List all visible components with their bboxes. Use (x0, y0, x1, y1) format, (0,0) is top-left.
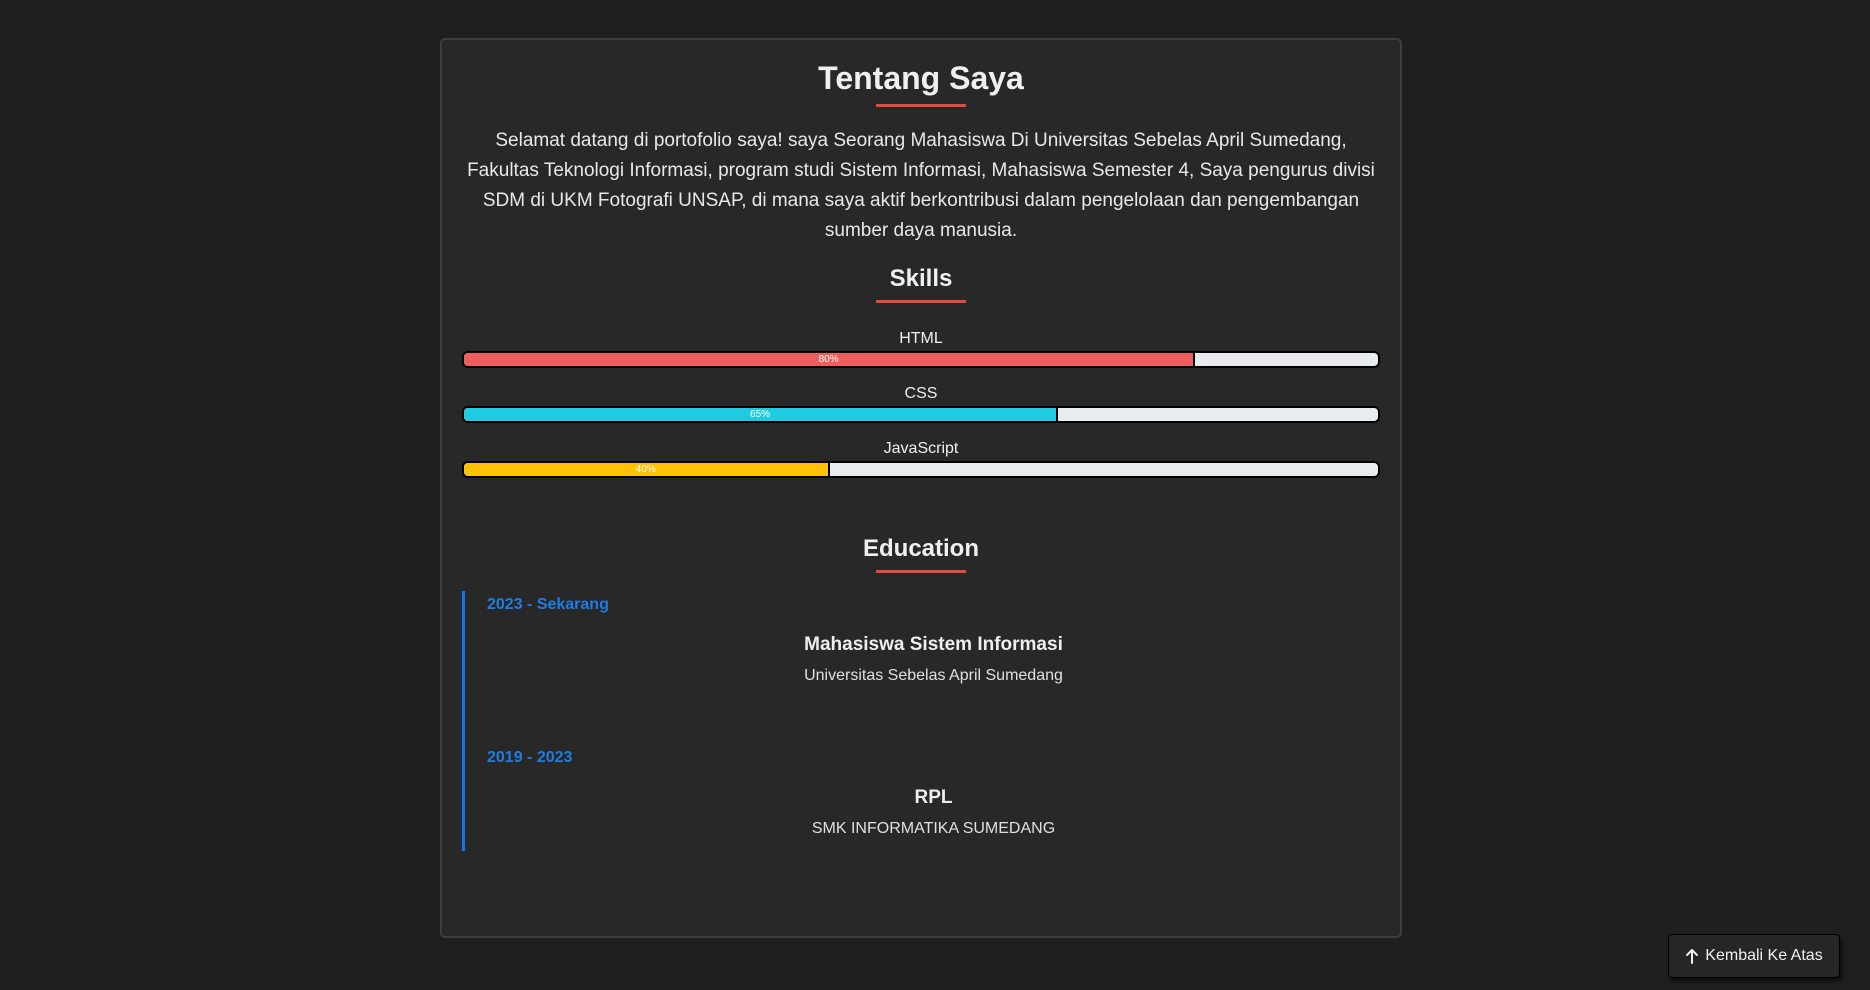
progress-track: 40% (462, 461, 1380, 478)
title-underline (876, 300, 966, 303)
timeline-item: 2019 - 2023 RPL SMK INFORMATIKA SUMEDANG (487, 744, 1380, 839)
page: Tentang Saya Selamat datang di portofoli… (0, 0, 1870, 990)
timeline-date: 2023 - Sekarang (487, 596, 609, 613)
arrow-up-icon (1686, 949, 1699, 964)
skill-name: CSS (904, 385, 938, 402)
about-card: Tentang Saya Selamat datang di portofoli… (440, 38, 1402, 938)
progress-fill: 65% (464, 408, 1059, 421)
title-underline (876, 104, 966, 107)
back-to-top-label: Kembali Ke Atas (1705, 947, 1823, 964)
education-title: Education (462, 534, 1380, 573)
education-title-text: Education (862, 535, 979, 562)
back-to-top-button[interactable]: Kembali Ke Atas (1668, 934, 1840, 978)
skill-name: HTML (899, 330, 943, 347)
education-timeline: 2023 - Sekarang Mahasiswa Sistem Informa… (462, 591, 1380, 851)
skill-html: HTML 80% (462, 329, 1380, 368)
timeline-item: 2023 - Sekarang Mahasiswa Sistem Informa… (487, 591, 1380, 686)
timeline-role: Mahasiswa Sistem Informasi (804, 634, 1063, 655)
timeline-role: RPL (914, 787, 953, 808)
timeline-place: Universitas Sebelas April Sumedang (804, 667, 1063, 684)
skills-title-text: Skills (889, 265, 953, 292)
progress-track: 80% (462, 351, 1380, 368)
progress-fill: 40% (464, 463, 830, 476)
skill-css: CSS 65% (462, 384, 1380, 423)
timeline-date: 2019 - 2023 (487, 749, 573, 766)
skills-title: Skills (462, 264, 1380, 303)
about-title: Tentang Saya (462, 40, 1380, 107)
about-title-text: Tentang Saya (818, 60, 1024, 96)
timeline-place: SMK INFORMATIKA SUMEDANG (811, 820, 1056, 837)
skills-list: HTML 80% CSS 65% JavaScript 40% (462, 329, 1380, 478)
about-text: Selamat datang di portofolio saya! saya … (467, 130, 1375, 241)
title-underline (876, 570, 966, 573)
skill-javascript: JavaScript 40% (462, 439, 1380, 478)
progress-fill: 80% (464, 353, 1196, 366)
progress-track: 65% (462, 406, 1380, 423)
skill-name: JavaScript (883, 440, 959, 457)
